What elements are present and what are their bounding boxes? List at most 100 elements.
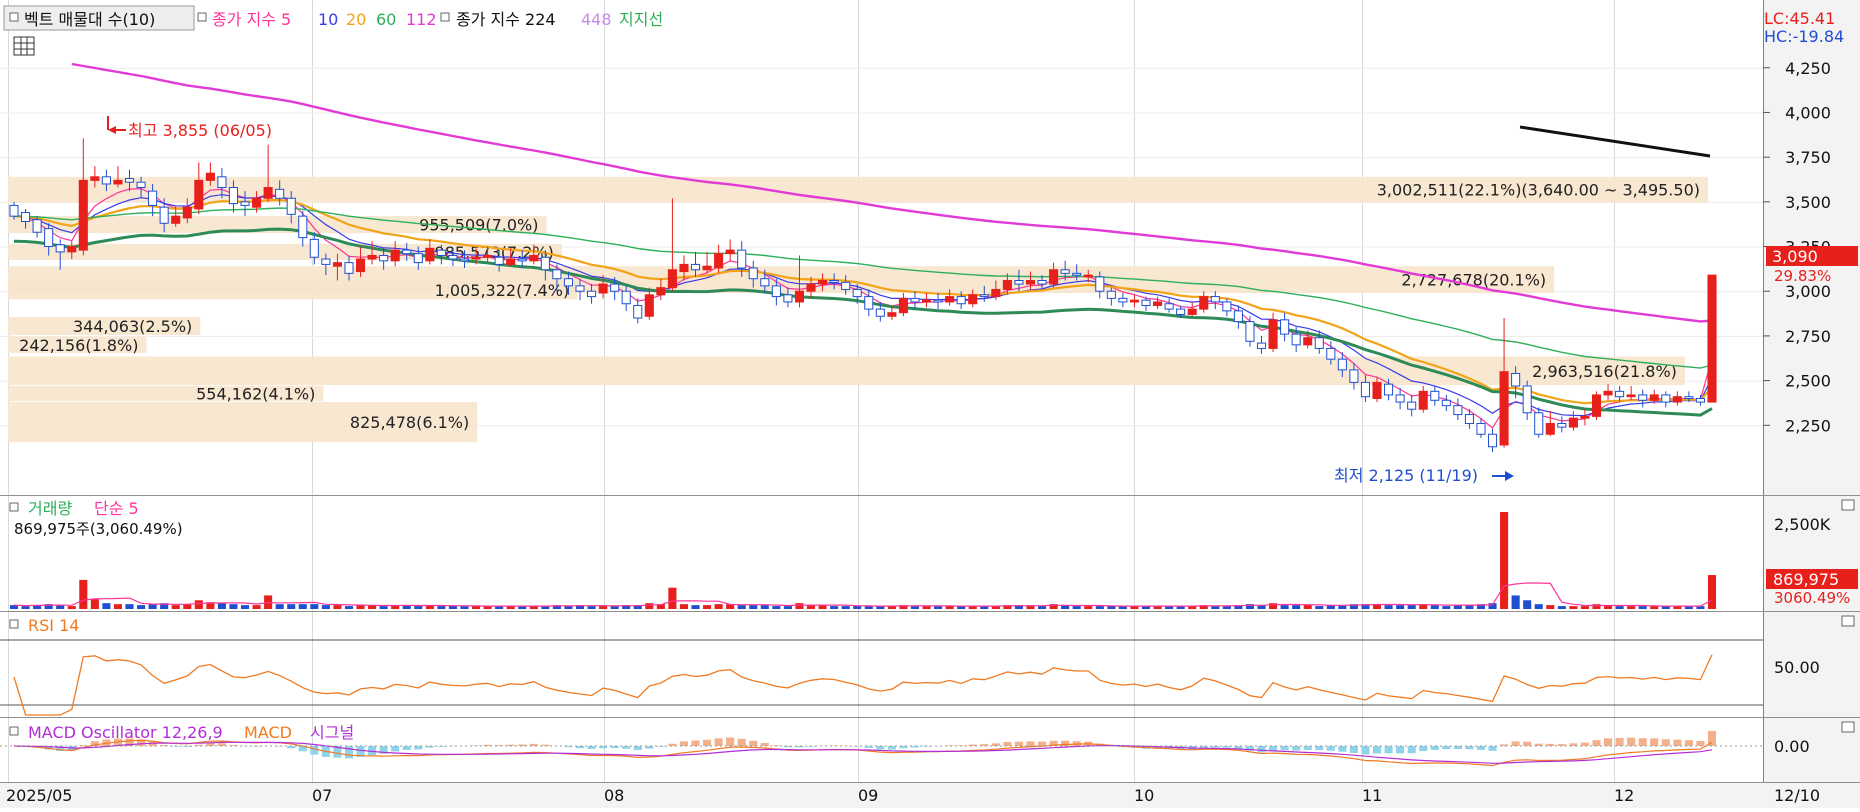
candle-body-110 (1281, 320, 1289, 334)
candle-body-88 (1026, 280, 1034, 284)
volume-bar-48 (564, 606, 572, 609)
date-label-6: 12 (1614, 786, 1634, 805)
candle-body-96 (1119, 298, 1127, 302)
candle-body-114 (1327, 348, 1335, 359)
legend-vector-profile[interactable]: 벡트 매물대 수(10) (24, 10, 155, 29)
candle-body-136 (1581, 416, 1589, 418)
candle-body-105 (1223, 302, 1231, 311)
candle-body-51 (599, 284, 607, 293)
candle-body-140 (1627, 395, 1635, 397)
volume-bar-27 (322, 605, 330, 609)
rsi-title[interactable]: RSI 14 (28, 616, 79, 635)
volume-title[interactable]: 거래량 (28, 499, 72, 518)
candle-body-58 (680, 264, 688, 271)
candle-body-50 (588, 291, 596, 296)
volume-bar-20 (241, 605, 249, 609)
chart-canvas[interactable]: 3,002,511(22.1%)(3,640.00 ~ 3,495.50)2,7… (0, 0, 1860, 808)
candle-body-133 (1546, 424, 1554, 435)
candle-body-15 (183, 207, 191, 218)
candle-body-21 (253, 198, 261, 207)
candle-body-19 (229, 188, 237, 204)
candle-body-146 (1696, 398, 1704, 402)
macd-osc-bar-111 (1292, 746, 1300, 751)
macd-title[interactable]: MACD Oscillator 12,26,9 (28, 723, 223, 742)
legend-ma10[interactable]: 10 (318, 10, 338, 29)
candle-body-70 (819, 280, 827, 284)
volume-bar-23 (276, 604, 284, 609)
volume-bar-129 (1500, 512, 1508, 609)
volume-bar-67 (784, 606, 792, 609)
candle-body-107 (1246, 322, 1254, 342)
candle-body-11 (137, 182, 145, 187)
legend-ma448[interactable]: 448 (581, 10, 612, 29)
volume-bar-89 (1038, 606, 1046, 609)
macd-osc-bar-121 (1408, 746, 1416, 753)
rsi-panel-button[interactable] (1842, 616, 1854, 626)
table-icon[interactable] (14, 37, 34, 55)
volume-bar-14 (172, 605, 180, 609)
legend-support-line[interactable]: 지지선 (619, 10, 663, 29)
candle-body-9 (114, 180, 122, 184)
macd-osc-bar-143 (1662, 739, 1670, 746)
candle-body-69 (807, 284, 815, 291)
candle-body-41 (484, 255, 492, 257)
candle-body-132 (1535, 413, 1543, 434)
candle-body-37 (437, 250, 445, 255)
date-label-7: 12/10 (1774, 786, 1820, 805)
macd-osc-bar-87 (1015, 742, 1023, 746)
macd-label[interactable]: MACD (244, 723, 292, 742)
legend-ma60[interactable]: 60 (376, 10, 396, 29)
macd-panel-button[interactable] (1842, 722, 1854, 732)
profile-label-9: 825,478(6.1%) (350, 413, 469, 432)
macd-osc-bar-26 (310, 746, 318, 755)
volume-bar-24 (287, 604, 295, 609)
profile-label-7: 2,963,516(21.8%) (1532, 362, 1677, 381)
candle-body-30 (356, 259, 364, 272)
macd-osc-bar-138 (1604, 738, 1612, 746)
candle-body-143 (1662, 395, 1670, 402)
macd-osc-bar-136 (1581, 743, 1589, 746)
profile-label-5: 344,063(2.5%) (73, 317, 192, 336)
candle-body-64 (749, 268, 757, 279)
candle-body-93 (1084, 275, 1092, 277)
volume-bar-124 (1442, 606, 1450, 609)
volume-bar-63 (738, 605, 746, 609)
candle-body-13 (160, 207, 168, 223)
volume-bar-51 (599, 606, 607, 609)
volume-panel-button[interactable] (1842, 500, 1854, 510)
ytick-label-0: 4,250 (1785, 59, 1831, 78)
macd-osc-bar-130 (1512, 741, 1520, 746)
volume-bar-61 (715, 604, 723, 609)
candle-body-31 (368, 255, 376, 259)
volume-bar-133 (1546, 605, 1554, 609)
candle-body-77 (899, 298, 907, 312)
legend-ma20[interactable]: 20 (346, 10, 366, 29)
legend-ma5[interactable]: 종가 지수 5 (212, 10, 291, 29)
macd-osc-bar-112 (1304, 746, 1312, 750)
macd-osc-bar-120 (1396, 746, 1404, 753)
legend-ma112[interactable]: 112 (406, 10, 437, 29)
macd-osc-bar-64 (749, 741, 757, 746)
volume-bar-7 (91, 599, 99, 609)
candle-body-125 (1454, 406, 1462, 415)
macd-osc-bar-29 (345, 746, 353, 758)
volume-bar-120 (1396, 605, 1404, 609)
candle-body-104 (1211, 297, 1219, 302)
legend-ma224[interactable]: 종가 지수 224 (456, 10, 556, 29)
volume-bar-147 (1708, 575, 1716, 609)
macd-osc-bar-34 (403, 746, 411, 750)
date-axis-background (0, 783, 1860, 808)
ytick-label-1: 4,000 (1785, 103, 1831, 122)
volume-bar-113 (1315, 606, 1323, 609)
volume-ma-label[interactable]: 단순 5 (94, 499, 139, 518)
candle-body-42 (495, 257, 503, 264)
volume-bar-69 (807, 605, 815, 609)
candle-body-5 (68, 247, 76, 252)
signal-label[interactable]: 시그널 (310, 723, 354, 742)
candle-body-98 (1142, 300, 1150, 305)
candle-body-109 (1269, 320, 1277, 349)
volume-bar-35 (414, 606, 422, 609)
candle-body-130 (1512, 373, 1520, 386)
date-label-1: 07 (312, 786, 332, 805)
macd-osc-bar-35 (414, 746, 422, 749)
